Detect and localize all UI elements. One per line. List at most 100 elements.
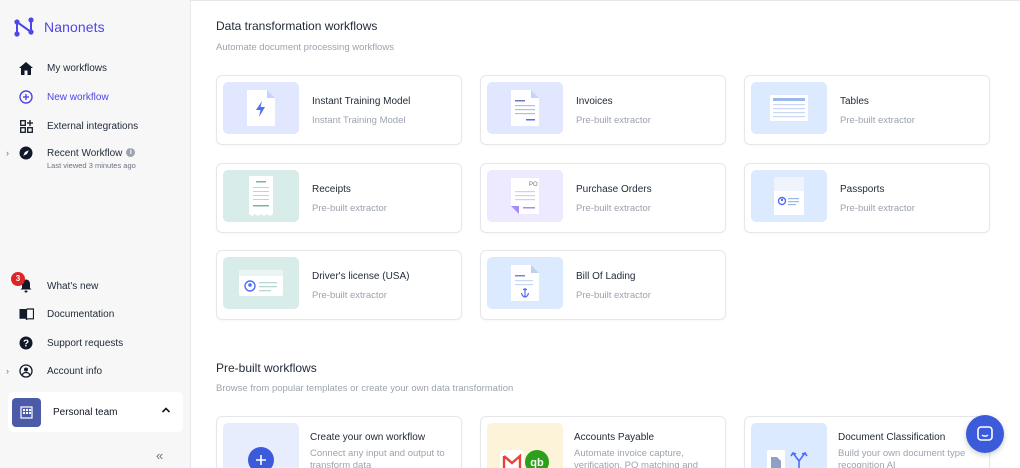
card-title: Receipts xyxy=(312,184,351,195)
sidebar-item-support-requests[interactable]: ? Support requests xyxy=(0,331,191,355)
card-thumbnail xyxy=(487,82,563,134)
home-icon xyxy=(18,60,34,76)
chat-launcher-button[interactable] xyxy=(966,415,1004,453)
workflow-card-receipts[interactable]: Receipts Pre-built extractor xyxy=(216,163,462,233)
sidebar-item-documentation[interactable]: Documentation xyxy=(0,302,191,326)
purchase-order-icon: PO xyxy=(511,178,539,214)
workflow-card-instant-training-model[interactable]: Instant Training Model Instant Training … xyxy=(216,75,462,145)
notification-badge: 3 xyxy=(11,272,25,286)
building-icon xyxy=(20,406,33,419)
sidebar-item-label: My workflows xyxy=(47,62,108,74)
prebuilt-card-document-classification[interactable]: Document Classification Build your own d… xyxy=(744,416,990,468)
workflow-card-purchase-orders[interactable]: PO Purchase Orders Pre-built extractor xyxy=(480,163,726,233)
sidebar-item-new-workflow[interactable]: New workflow xyxy=(0,85,191,109)
card-title: Tables xyxy=(840,96,869,107)
app-name: Nanonets xyxy=(44,19,105,35)
plus-circle-icon xyxy=(18,89,34,105)
card-thumbnail xyxy=(751,170,827,222)
card-title: Bill Of Lading xyxy=(576,271,636,282)
chevron-right-icon[interactable]: › xyxy=(6,148,9,158)
prebuilt-card-create-your-own[interactable]: Create your own workflow Connect any inp… xyxy=(216,416,462,468)
card-thumbnail xyxy=(223,82,299,134)
invoice-document-icon xyxy=(511,90,539,126)
card-thumbnail xyxy=(751,82,827,134)
card-thumbnail: qb xyxy=(487,423,563,468)
sidebar-item-label: Documentation xyxy=(47,308,115,320)
main-content: Data transformation workflows Automate d… xyxy=(191,0,1020,468)
sidebar-item-label: What's new xyxy=(47,280,99,292)
bill-of-lading-icon xyxy=(511,265,539,301)
sidebar-item-external-integrations[interactable]: External integrations xyxy=(0,114,191,138)
sidebar-item-label: External integrations xyxy=(47,120,139,132)
card-description: Automate invoice capture, verification, … xyxy=(574,448,699,468)
workflow-card-passports[interactable]: Passports Pre-built extractor xyxy=(744,163,990,233)
workflow-card-bill-of-lading[interactable]: Bill Of Lading Pre-built extractor xyxy=(480,250,726,320)
plus-icon[interactable] xyxy=(247,446,275,468)
sidebar-item-account-info[interactable]: › Account info xyxy=(0,359,191,383)
card-title: Purchase Orders xyxy=(576,184,652,195)
sidebar-item-label: New workflow xyxy=(47,91,109,103)
user-circle-icon xyxy=(18,363,34,379)
app-logo[interactable]: Nanonets xyxy=(13,16,105,38)
chevron-up-icon[interactable] xyxy=(161,405,171,415)
card-title: Invoices xyxy=(576,96,613,107)
sidebar-item-my-workflows[interactable]: My workflows xyxy=(0,56,191,80)
info-icon[interactable]: i xyxy=(126,148,136,158)
card-title: Passports xyxy=(840,184,885,195)
card-description: Connect any input and output to transfor… xyxy=(310,448,445,468)
section-title: Pre-built workflows xyxy=(216,361,317,375)
card-title: Instant Training Model xyxy=(312,96,411,107)
sidebar-item-label: Support requests xyxy=(47,337,124,349)
card-description: Build your own document type recognition… xyxy=(838,448,966,468)
compass-icon xyxy=(18,145,34,161)
card-description: Instant Training Model xyxy=(312,115,406,126)
recent-workflow-timestamp: Last viewed 3 minutes ago xyxy=(47,161,136,170)
section-subtitle: Automate document processing workflows xyxy=(216,42,394,53)
collapse-sidebar-icon[interactable]: « xyxy=(156,448,163,463)
svg-text:qb: qb xyxy=(530,457,544,468)
card-title: Driver's license (USA) xyxy=(312,271,410,282)
chevron-right-icon[interactable]: › xyxy=(6,366,9,376)
book-icon xyxy=(18,306,34,322)
sidebar: Nanonets My workflows New workflow Exter… xyxy=(0,0,191,468)
card-description: Pre-built extractor xyxy=(576,290,651,301)
card-title: Create your own workflow xyxy=(310,432,426,443)
id-card-icon xyxy=(239,270,283,296)
lightning-document-icon xyxy=(247,90,275,126)
workflow-card-drivers-license[interactable]: Driver's license (USA) Pre-built extract… xyxy=(216,250,462,320)
card-description: Pre-built extractor xyxy=(312,203,387,214)
chat-icon xyxy=(977,426,993,441)
card-thumbnail xyxy=(223,423,299,468)
card-description: Pre-built extractor xyxy=(312,290,387,301)
card-title: Document Classification xyxy=(838,432,946,443)
sidebar-item-whats-new[interactable]: What's new xyxy=(0,274,191,298)
gmail-quickbooks-icon: qb xyxy=(500,450,549,468)
team-name: Personal team xyxy=(53,406,118,418)
workflow-card-tables[interactable]: Tables Pre-built extractor xyxy=(744,75,990,145)
passport-icon xyxy=(774,177,804,215)
help-icon: ? xyxy=(18,335,34,351)
card-thumbnail xyxy=(487,257,563,309)
svg-text:?: ? xyxy=(23,339,29,350)
table-document-icon xyxy=(770,95,808,121)
prebuilt-card-accounts-payable[interactable]: qb Accounts Payable Automate invoice cap… xyxy=(480,416,726,468)
sidebar-item-label: Account info xyxy=(47,365,103,377)
divider xyxy=(191,0,1020,1)
card-thumbnail: PO xyxy=(487,170,563,222)
recent-workflow-label: Recent Workflow xyxy=(47,147,123,159)
card-thumbnail xyxy=(223,257,299,309)
card-description: Pre-built extractor xyxy=(576,115,651,126)
section-title: Data transformation workflows xyxy=(216,19,378,33)
receipt-icon xyxy=(249,176,273,216)
team-avatar xyxy=(12,398,41,427)
nanonets-logo-icon xyxy=(14,17,34,37)
workflow-card-invoices[interactable]: Invoices Pre-built extractor xyxy=(480,75,726,145)
card-title: Accounts Payable xyxy=(574,432,655,443)
card-thumbnail xyxy=(751,423,827,468)
card-description: Pre-built extractor xyxy=(840,115,915,126)
svg-text:PO: PO xyxy=(529,182,538,188)
team-switcher[interactable]: Personal team xyxy=(8,392,183,432)
card-thumbnail xyxy=(223,170,299,222)
card-description: Pre-built extractor xyxy=(840,203,915,214)
sidebar-item-label: Recent Workflow i xyxy=(47,147,136,159)
